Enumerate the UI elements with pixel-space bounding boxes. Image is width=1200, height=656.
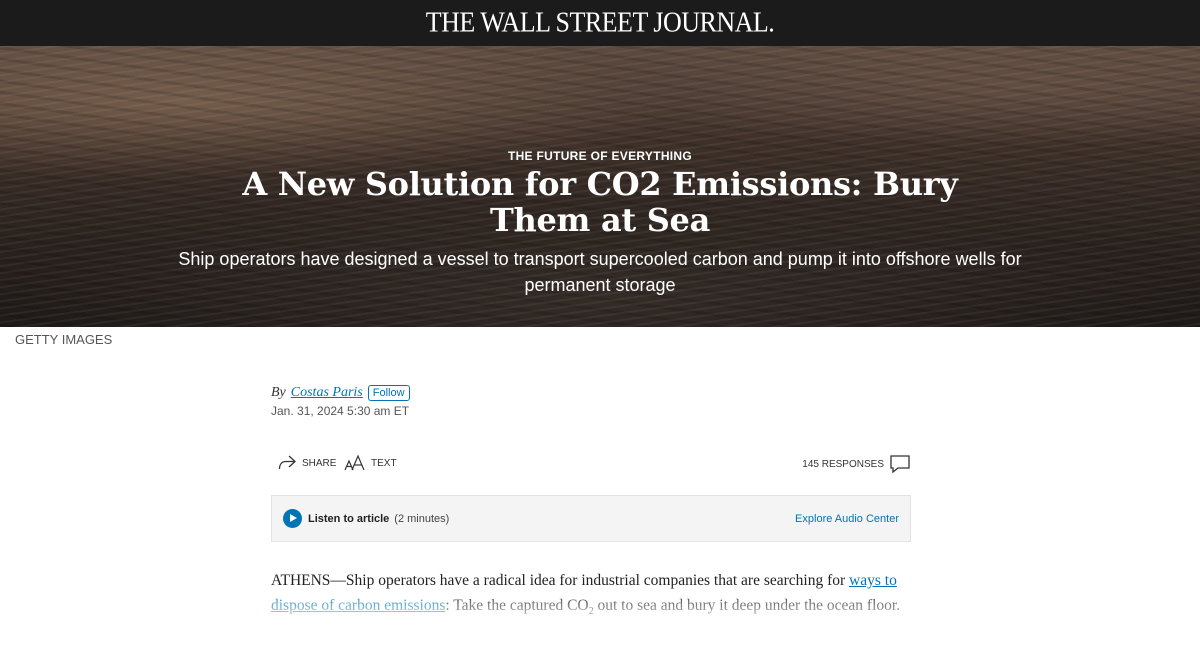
byline-block: By Costas Paris Follow Jan. 31, 2024 5:3… [271, 385, 911, 418]
share-label: SHARE [302, 457, 337, 469]
article-dek: Ship operators have designed a vessel to… [178, 249, 1022, 295]
image-credit: GETTY IMAGES [15, 332, 113, 347]
wsj-logo[interactable]: THE WALL STREET JOURNAL. [426, 7, 775, 39]
byline-prefix: By [271, 385, 286, 400]
responses-count: 145 RESPONSES [802, 458, 884, 470]
body-after-link: : Take the captured CO [445, 597, 589, 614]
article-toolbar: SHARE TEXT 145 RESPONSES [277, 454, 911, 478]
section-flashline[interactable]: THE FUTURE OF EVERYTHING [0, 149, 1200, 163]
listen-to-article-button[interactable]: Listen to article [308, 513, 389, 525]
audio-player-bar: Listen to article (2 minutes) Explore Au… [271, 495, 911, 542]
explore-audio-center-link[interactable]: Explore Audio Center [795, 513, 899, 525]
comment-icon [889, 454, 911, 474]
text-size-icon [344, 454, 366, 472]
responses-button[interactable]: 145 RESPONSES [802, 454, 911, 474]
audio-duration: (2 minutes) [394, 512, 450, 525]
play-icon[interactable] [283, 509, 302, 528]
follow-button[interactable]: Follow [367, 385, 410, 401]
byline: By Costas Paris Follow [271, 385, 911, 401]
publish-timestamp: Jan. 31, 2024 5:30 am ET [271, 404, 410, 418]
author-link[interactable]: Costas Paris [291, 385, 363, 401]
article-headline: A New Solution for CO2 Emissions: Bury T… [242, 165, 958, 239]
hero-text-block: THE FUTURE OF EVERYTHING A New Solution … [0, 46, 1200, 327]
masthead: THE WALL STREET JOURNAL. [0, 0, 1200, 46]
text-size-button[interactable]: TEXT [344, 454, 397, 472]
text-size-label: TEXT [371, 457, 397, 469]
body-ending: out to sea and bury it deep under the oc… [593, 597, 901, 614]
share-button[interactable]: SHARE [277, 454, 336, 472]
body-intro: ATHENS—Ship operators have a radical ide… [271, 572, 850, 589]
hero-image-sea: THE FUTURE OF EVERYTHING A New Solution … [0, 46, 1200, 327]
share-icon [277, 454, 297, 472]
article-body-paragraph: ATHENS—Ship operators have a radical ide… [271, 568, 911, 624]
